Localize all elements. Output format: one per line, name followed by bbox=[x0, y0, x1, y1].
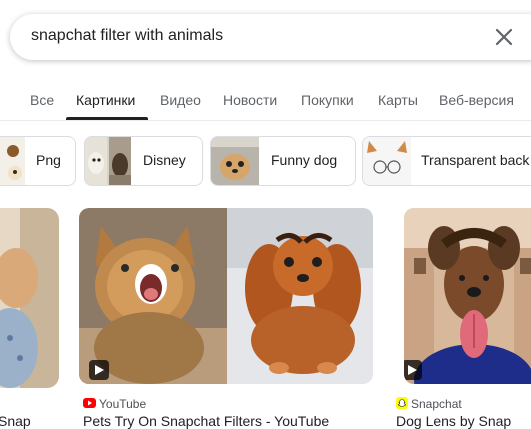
youtube-icon bbox=[83, 398, 96, 408]
video-badge bbox=[89, 360, 109, 380]
result-image[interactable] bbox=[404, 208, 531, 384]
search-tabs: Все Картинки Видео Новости Покупки Карты… bbox=[0, 88, 531, 120]
chip-label: Funny dog bbox=[271, 152, 338, 168]
chip-thumbnail bbox=[0, 137, 25, 185]
tab-videos[interactable]: Видео bbox=[160, 88, 201, 118]
chip-label: Png bbox=[36, 152, 61, 168]
clear-search-button[interactable] bbox=[494, 27, 514, 47]
result-image[interactable] bbox=[0, 208, 59, 388]
tab-all[interactable]: Все bbox=[30, 88, 54, 118]
chip-thumbnail bbox=[85, 137, 131, 185]
chip-disney[interactable]: Disney bbox=[84, 136, 203, 186]
snapchat-icon bbox=[396, 397, 408, 409]
result-caption[interactable]: Pets Try On Snapchat Filters - YouTube bbox=[83, 413, 329, 429]
result-source: Snapchat bbox=[411, 397, 462, 411]
play-icon bbox=[95, 365, 104, 375]
result-thumbnail bbox=[79, 208, 373, 384]
chip-label: Transparent back bbox=[421, 152, 530, 168]
video-badge bbox=[404, 360, 422, 380]
tab-web[interactable]: Веб-версия bbox=[439, 88, 514, 118]
result-thumbnail bbox=[0, 208, 59, 388]
search-input[interactable]: snapchat filter with animals bbox=[31, 27, 223, 45]
chip-transparent-background[interactable]: Transparent back bbox=[362, 136, 531, 186]
play-icon bbox=[408, 365, 417, 375]
chip-thumbnail bbox=[211, 137, 259, 185]
chip-png[interactable]: Png bbox=[0, 136, 76, 186]
close-icon bbox=[495, 28, 513, 46]
tab-images[interactable]: Картинки bbox=[76, 88, 135, 118]
result-source: YouTube bbox=[99, 397, 147, 411]
chip-thumbnail bbox=[363, 137, 411, 185]
result-thumbnail bbox=[404, 208, 531, 384]
tabs-divider bbox=[0, 120, 531, 121]
search-bar[interactable]: snapchat filter with animals bbox=[10, 14, 531, 60]
tab-maps[interactable]: Карты bbox=[378, 88, 418, 118]
chip-label: Disney bbox=[143, 152, 186, 168]
chip-funny-dog[interactable]: Funny dog bbox=[210, 136, 356, 186]
result-image[interactable] bbox=[79, 208, 373, 384]
tab-news[interactable]: Новости bbox=[223, 88, 277, 118]
result-caption[interactable]: Snap bbox=[0, 413, 31, 429]
tab-shopping[interactable]: Покупки bbox=[301, 88, 354, 118]
result-caption[interactable]: Dog Lens by Snap bbox=[396, 413, 511, 429]
